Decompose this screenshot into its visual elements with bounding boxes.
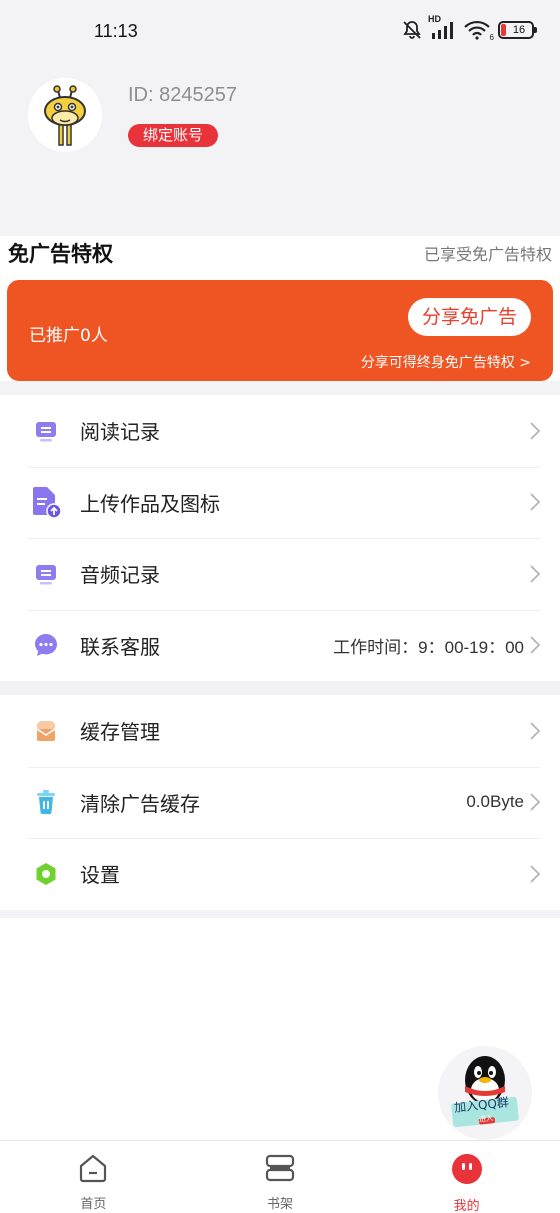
menu-item-label: 缓存管理 xyxy=(80,720,160,745)
menu-item-label: 阅读记录 xyxy=(80,420,160,445)
nav-home[interactable]: 首页 xyxy=(0,1141,187,1213)
menu-item-label: 联系客服 xyxy=(80,634,160,659)
section-divider xyxy=(0,381,560,395)
share-adfree-button[interactable]: 分享免广告 xyxy=(407,298,531,336)
signal-icon: HD xyxy=(428,14,456,40)
menu-item-audio-record[interactable]: 音频记录 xyxy=(0,538,560,610)
menu-group-settings: 缓存管理 清除广告缓存 0.0Byte 设置 xyxy=(0,695,560,910)
nav-label: 我的 xyxy=(453,1199,480,1213)
adfree-title: 免广告特权 xyxy=(8,242,113,266)
bookshelf-icon xyxy=(264,1153,296,1187)
join-qq-group-button[interactable]: 加入QQ群 进入 xyxy=(438,1046,532,1140)
qq-enter-label: 进入 xyxy=(478,1114,494,1124)
section-divider xyxy=(0,681,560,695)
upload-document-icon xyxy=(30,486,62,519)
wifi-sub-label: 6 xyxy=(489,33,494,42)
chevron-right-icon xyxy=(524,863,540,885)
promo-count: 已推广0人 xyxy=(29,326,108,346)
user-id: ID: 8245257 xyxy=(128,84,237,106)
battery-level: 16 xyxy=(512,24,526,36)
profile-icon xyxy=(451,1153,483,1189)
chat-bubble-icon xyxy=(30,629,62,661)
bind-account-button[interactable]: 绑定账号 xyxy=(128,124,219,147)
menu-item-customer-service[interactable]: 联系客服 工作时间：9：00-19：00 xyxy=(0,609,560,682)
profile-header: ID: 8245257 绑定账号 xyxy=(0,62,560,236)
adfree-status: 已享受免广告特权 xyxy=(423,245,552,264)
menu-item-clear-ad-cache[interactable]: 清除广告缓存 0.0Byte xyxy=(0,766,560,839)
menu-item-label: 上传作品及图标 xyxy=(80,491,220,516)
avatar[interactable] xyxy=(28,78,102,152)
section-divider xyxy=(0,910,560,918)
home-icon xyxy=(78,1153,108,1187)
ad-cache-size: 0.0Byte xyxy=(466,792,524,812)
status-icons: HD 6 16 xyxy=(402,14,537,42)
status-bar: 11:13 HD 6 16 xyxy=(0,0,560,62)
menu-item-label: 清除广告缓存 xyxy=(80,791,200,816)
menu-item-label: 音频记录 xyxy=(80,563,160,588)
service-hours: 工作时间：9：00-19：00 xyxy=(333,637,524,657)
reading-record-icon xyxy=(30,415,62,447)
chevron-right-icon xyxy=(524,634,540,656)
wifi-icon: 6 xyxy=(464,20,494,42)
chevron-right-icon xyxy=(524,491,540,513)
nav-profile[interactable]: 我的 xyxy=(373,1141,560,1213)
share-hint-link[interactable]: 分享可得终身免广告特权 > xyxy=(361,352,531,372)
menu-item-upload-works[interactable]: 上传作品及图标 xyxy=(0,466,560,539)
menu-group-records: 阅读记录 上传作品及图标 音频记录 联系客服 工作时间：9：00-19：00 xyxy=(0,395,560,681)
hd-label: HD xyxy=(428,14,441,24)
mute-bell-icon xyxy=(402,20,422,40)
status-time: 11:13 xyxy=(94,21,138,41)
chevron-right-icon xyxy=(524,563,540,585)
battery-icon: 16 xyxy=(498,21,537,39)
chevron-right-icon xyxy=(524,420,540,442)
audio-record-icon xyxy=(30,558,62,590)
menu-item-cache-management[interactable]: 缓存管理 xyxy=(0,695,560,767)
giraffe-avatar-icon xyxy=(28,78,102,152)
settings-hexagon-icon xyxy=(30,858,62,890)
bottom-navigation: 首页 书架 我的 xyxy=(0,1140,560,1213)
cache-box-icon xyxy=(30,715,62,747)
menu-item-settings[interactable]: 设置 xyxy=(0,838,560,910)
promo-card: 已推广0人 分享免广告 分享可得终身免广告特权 > xyxy=(7,280,553,381)
nav-bookshelf[interactable]: 书架 xyxy=(187,1141,374,1213)
nav-label: 首页 xyxy=(80,1197,107,1212)
menu-item-reading-record[interactable]: 阅读记录 xyxy=(0,395,560,467)
trash-icon xyxy=(30,786,62,818)
qq-penguin-icon xyxy=(451,1056,519,1128)
menu-item-label: 设置 xyxy=(80,863,120,888)
chevron-right-icon xyxy=(524,791,540,813)
nav-label: 书架 xyxy=(267,1197,294,1212)
chevron-right-icon xyxy=(524,720,540,742)
